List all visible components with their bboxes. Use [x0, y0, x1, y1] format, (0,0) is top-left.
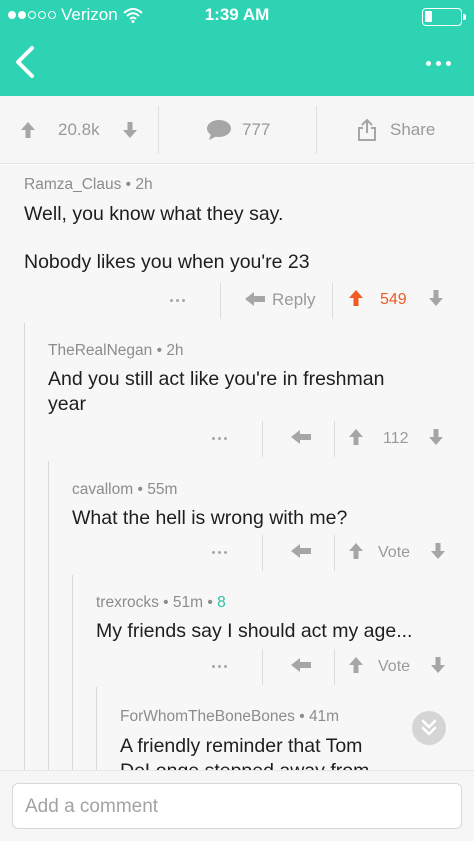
reply-button[interactable] — [290, 656, 312, 679]
comment-age: 41m — [308, 708, 340, 725]
comment-more-button[interactable] — [212, 437, 227, 440]
arrow-up-icon — [349, 657, 363, 673]
post-downvote-button[interactable] — [122, 96, 138, 164]
comment-age: 2h — [135, 176, 153, 193]
comment-meta: TheRealNegan • 2h — [48, 342, 184, 359]
comment-more-button[interactable] — [170, 299, 185, 302]
vote-label: Vote — [378, 658, 411, 675]
comment-upvote-button[interactable] — [348, 428, 364, 451]
collapse-button[interactable] — [412, 711, 446, 745]
divider — [316, 106, 317, 154]
battery-icon — [422, 8, 466, 26]
add-comment-input[interactable]: Add a comment — [12, 783, 462, 829]
divider — [334, 649, 335, 685]
comment-meta: ForWhomTheBoneBones • 41m — [120, 708, 340, 725]
comment-age: 51m — [172, 594, 204, 611]
comment-meta: trexrocks • 51m • 8 — [96, 594, 226, 611]
arrow-down-icon — [431, 657, 445, 673]
arrow-down-icon — [431, 543, 445, 559]
comment-text: Nobody likes you when you're 23 — [24, 251, 310, 273]
reply-button[interactable] — [290, 542, 312, 565]
thread-rail — [48, 461, 49, 770]
reply-arrow-icon — [245, 292, 265, 306]
arrow-up-icon — [349, 429, 363, 445]
thread-rail — [72, 575, 73, 770]
reply-button[interactable] — [290, 428, 312, 451]
comment-downvote-button[interactable] — [428, 428, 444, 451]
divider — [334, 421, 335, 457]
post-score: 20.8k — [58, 120, 100, 139]
arrow-down-icon — [429, 429, 443, 445]
comment-author[interactable]: TheRealNegan — [48, 342, 152, 359]
add-comment-placeholder: Add a comment — [25, 796, 159, 817]
comments-button[interactable] — [206, 96, 232, 164]
comment-author[interactable]: trexrocks — [96, 594, 159, 611]
comment-downvote-button[interactable] — [428, 289, 444, 312]
double-chevron-down-icon — [421, 719, 437, 736]
reply-arrow-icon — [291, 430, 311, 444]
thread-rail — [96, 687, 97, 770]
thread-rail — [24, 323, 25, 770]
post-action-bar: 20.8k 777 Share — [0, 96, 474, 164]
reply-arrow-icon — [291, 658, 311, 672]
reply-arrow-icon — [291, 544, 311, 558]
back-button[interactable] — [8, 42, 44, 82]
divider — [334, 535, 335, 571]
speech-bubble-icon — [207, 120, 231, 140]
divider — [262, 535, 263, 571]
comment-text: What the hell is wrong with me? — [72, 507, 348, 529]
comment-author[interactable]: Ramza_Claus — [24, 176, 121, 193]
divider — [262, 421, 263, 457]
status-bar: Verizon 1:39 AM — [0, 0, 474, 30]
comment-text: Well, you know what they say. — [24, 203, 284, 225]
more-options-button[interactable] — [426, 56, 456, 70]
chevron-left-icon — [16, 46, 34, 78]
comment-text: My friends say I should act my age... — [96, 620, 413, 642]
share-icon — [358, 118, 376, 141]
comment-meta: Ramza_Claus • 2h — [24, 176, 153, 193]
share-label: Share — [390, 120, 436, 139]
divider — [262, 649, 263, 685]
comment-score: 112 — [383, 430, 409, 447]
comment-text: DeLonge stepped away from — [120, 759, 369, 770]
comment-downvote-button[interactable] — [430, 542, 446, 565]
comment-meta: cavallom • 55m — [72, 481, 178, 498]
comment-upvote-button[interactable] — [348, 542, 364, 565]
divider — [220, 283, 221, 319]
arrow-up-icon — [21, 122, 35, 138]
comment-count: 777 — [242, 120, 271, 139]
status-time: 1:39 AM — [204, 5, 270, 24]
vote-label: Vote — [378, 544, 411, 561]
comment-text: And you still act like you're in freshma… — [48, 368, 385, 390]
arrow-up-icon — [349, 290, 363, 306]
post-upvote-button[interactable] — [20, 96, 36, 164]
comment-score: 549 — [380, 291, 407, 308]
divider — [158, 106, 159, 154]
comment-extra-count: 8 — [217, 594, 226, 611]
arrow-down-icon — [123, 122, 137, 138]
comment-upvote-button[interactable] — [348, 289, 364, 312]
comment-composer: Add a comment — [0, 770, 474, 841]
comment-age: 55m — [147, 481, 178, 498]
comment-downvote-button[interactable] — [430, 656, 446, 679]
arrow-up-icon — [349, 543, 363, 559]
comment-age: 2h — [166, 342, 184, 359]
divider — [332, 283, 333, 319]
reply-button[interactable] — [244, 290, 266, 313]
share-button[interactable]: Share — [356, 96, 435, 164]
comment-upvote-button[interactable] — [348, 656, 364, 679]
reply-label[interactable]: Reply — [272, 290, 315, 310]
arrow-down-icon — [429, 290, 443, 306]
header-bar: Verizon 1:39 AM — [0, 0, 474, 96]
comment-author[interactable]: cavallom — [72, 481, 133, 498]
comment-text: A friendly reminder that Tom — [120, 735, 363, 757]
comment-text: year — [48, 393, 86, 415]
comment-thread[interactable]: Ramza_Claus • 2h Well, you know what the… — [0, 165, 474, 770]
comment-more-button[interactable] — [212, 665, 227, 668]
comment-more-button[interactable] — [212, 551, 227, 554]
comment-author[interactable]: ForWhomTheBoneBones — [120, 708, 295, 725]
